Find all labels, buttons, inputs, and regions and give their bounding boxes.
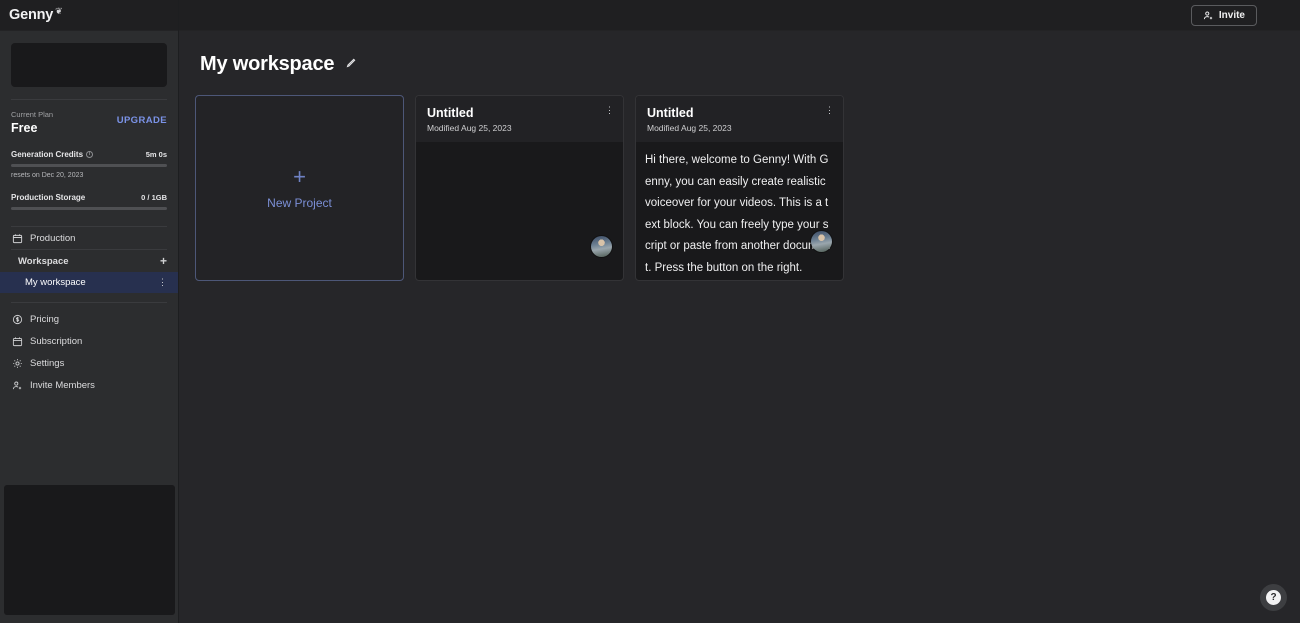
production-storage-meter: Production Storage 0 / 1GB — [0, 193, 178, 210]
generation-credits-meter: Generation Credits i 5m 0s resets on Dec… — [0, 150, 178, 179]
main-content: Invite My workspace + New Project Untitl… — [179, 0, 1300, 623]
gear-icon — [11, 357, 23, 369]
sidebar-item-subscription-label: Subscription — [30, 335, 83, 347]
current-plan-name: Free — [11, 121, 38, 135]
project-card-kebab-icon[interactable]: ⋮ — [605, 106, 614, 115]
sidebar-item-invite-members-label: Invite Members — [30, 379, 95, 391]
project-card-body — [416, 142, 623, 274]
sidebar-bottom-placeholder — [4, 485, 175, 615]
project-card-body: Hi there, welcome to Genny! With Genny, … — [636, 142, 843, 274]
brand-logo[interactable]: Genny ❦ — [0, 0, 178, 31]
project-card-modified: Modified Aug 25, 2023 — [427, 123, 512, 133]
topbar: Invite — [179, 0, 1300, 31]
sidebar-item-my-workspace-label: My workspace — [25, 277, 86, 288]
new-project-card[interactable]: + New Project — [195, 95, 404, 281]
workspace-group-header[interactable]: Workspace + — [0, 250, 178, 275]
dollar-circle-icon — [11, 313, 23, 325]
workspace-group-label: Workspace — [18, 255, 69, 267]
sidebar-item-pricing-label: Pricing — [30, 313, 60, 325]
production-storage-head: Production Storage 0 / 1GB — [11, 193, 167, 202]
production-storage-value: 0 / 1GB — [141, 193, 167, 202]
current-plan-label: Current Plan — [11, 110, 54, 119]
brand-name: Genny — [9, 7, 54, 23]
project-card-text: Hi there, welcome to Genny! With Genny, … — [645, 154, 831, 274]
project-card-modified: Modified Aug 25, 2023 — [647, 123, 732, 133]
user-plus-icon — [11, 379, 23, 391]
calendar-icon — [11, 232, 23, 244]
production-storage-title-group: Production Storage — [11, 193, 85, 202]
project-card-header: Untitled Modified Aug 25, 2023 ⋮ — [416, 96, 623, 142]
pencil-icon[interactable] — [345, 57, 357, 72]
new-project-label: New Project — [267, 195, 332, 210]
sidebar: Genny ❦ Current Plan Free UPGRADE Genera… — [0, 0, 179, 623]
question-mark-icon: ? — [1266, 590, 1281, 605]
sidebar-item-production[interactable]: Production — [0, 227, 178, 249]
generation-credits-title-group: Generation Credits i — [11, 150, 94, 159]
sidebar-item-pricing[interactable]: Pricing — [0, 308, 178, 330]
add-workspace-button[interactable]: + — [160, 255, 167, 267]
sidebar-item-my-workspace[interactable]: My workspace ⋮ — [0, 272, 178, 299]
sidebar-divider-top — [11, 99, 167, 100]
my-workspace-kebab-icon[interactable]: ⋮ — [158, 278, 167, 287]
generation-credits-label: Generation Credits — [11, 150, 84, 159]
sidebar-item-settings-label: Settings — [30, 357, 65, 369]
app-root: Genny ❦ Current Plan Free UPGRADE Genera… — [0, 0, 1300, 623]
production-storage-label: Production Storage — [11, 193, 86, 202]
project-card[interactable]: Untitled Modified Aug 25, 2023 ⋮ Hi ther… — [635, 95, 844, 281]
sidebar-nav-list: Pricing Subscription Settings Invite Mem… — [0, 308, 178, 396]
project-card-grid: + New Project Untitled Modified Aug 25, … — [179, 76, 1300, 281]
upgrade-button[interactable]: UPGRADE — [117, 115, 167, 126]
sidebar-item-settings[interactable]: Settings — [0, 352, 178, 374]
generation-credits-value: 5m 0s — [145, 150, 167, 159]
sidebar-nav-production: Production — [0, 226, 178, 250]
project-card-header: Untitled Modified Aug 25, 2023 ⋮ — [636, 96, 843, 142]
workspace-group-left: Workspace — [11, 255, 69, 275]
sidebar-item-invite-members[interactable]: Invite Members — [0, 374, 178, 396]
project-card[interactable]: Untitled Modified Aug 25, 2023 ⋮ — [415, 95, 624, 281]
user-plus-icon — [1203, 10, 1214, 21]
brand-mark-icon: ❦ — [55, 5, 63, 16]
sidebar-divider-nav — [11, 302, 167, 303]
project-card-kebab-icon[interactable]: ⋮ — [825, 106, 834, 115]
project-card-title: Untitled — [427, 106, 474, 120]
help-button[interactable]: ? — [1260, 584, 1287, 611]
project-card-title: Untitled — [647, 106, 694, 120]
invite-button[interactable]: Invite — [1190, 4, 1257, 26]
avatar — [811, 231, 832, 252]
generation-credits-progressbar — [11, 164, 167, 167]
generation-credits-reset-note: resets on Dec 20, 2023 — [11, 172, 84, 179]
page-title: My workspace — [200, 53, 335, 75]
info-icon[interactable]: i — [86, 151, 94, 158]
my-workspace-left: My workspace — [18, 277, 86, 299]
invite-button-label: Invite — [1218, 9, 1245, 21]
sidebar-item-production-label: Production — [30, 232, 76, 244]
avatar — [591, 236, 612, 257]
current-plan-block: Current Plan Free UPGRADE — [0, 109, 178, 136]
plus-icon: + — [293, 163, 306, 189]
production-storage-progressbar — [11, 207, 167, 210]
generation-credits-head: Generation Credits i 5m 0s — [11, 150, 167, 159]
sidebar-item-subscription[interactable]: Subscription — [0, 330, 178, 352]
sidebar-placeholder-card — [11, 43, 167, 87]
calendar-icon — [11, 335, 23, 347]
page-header: My workspace — [179, 31, 1300, 76]
